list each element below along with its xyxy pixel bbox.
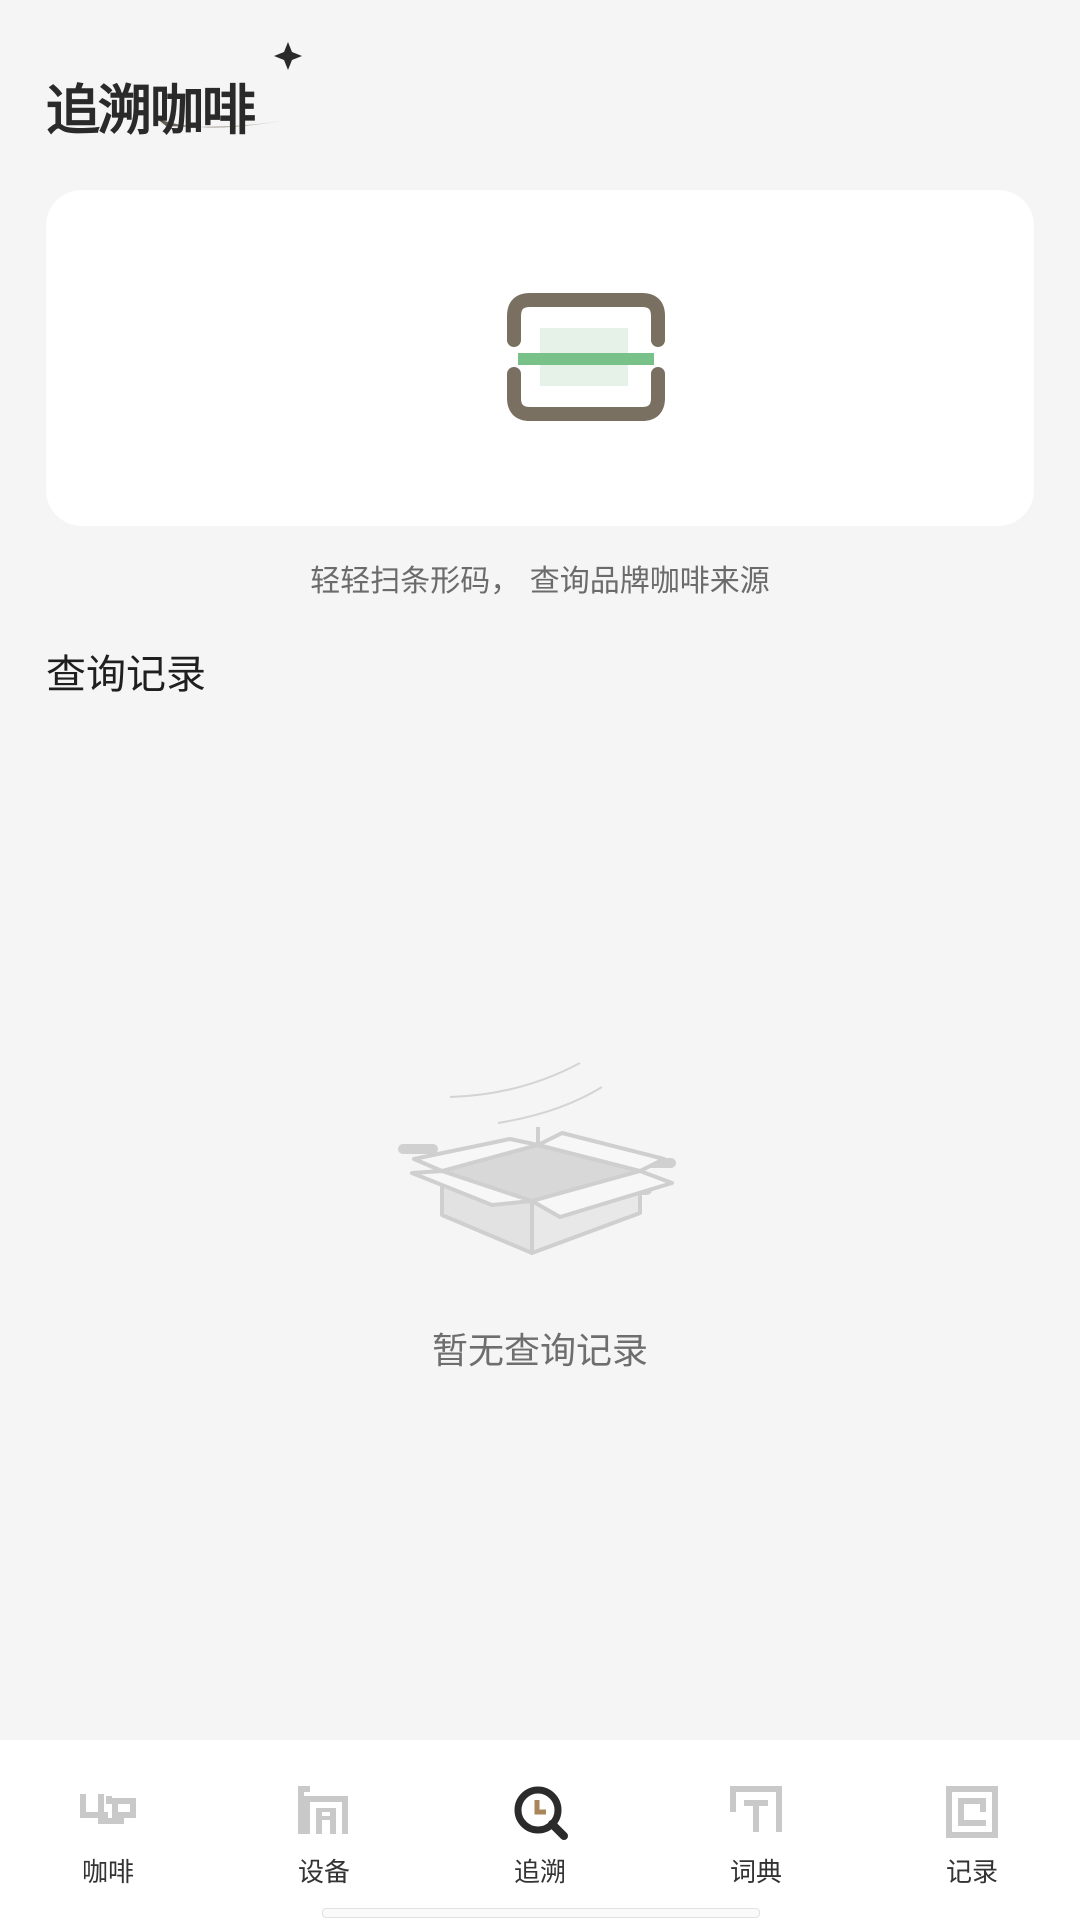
tab-device[interactable]: 设备 <box>216 1740 432 1900</box>
tab-label: 词典 <box>729 1858 782 1888</box>
empty-history-text: 暂无查询记录 <box>431 1331 648 1372</box>
logo-text: 追溯咖啡 <box>46 79 256 142</box>
history-section-title: 查询记录 <box>46 652 206 698</box>
dictionary-icon <box>730 1786 782 1832</box>
tab-label: 记录 <box>945 1858 998 1888</box>
app-logo: 追溯咖啡 <box>46 38 316 148</box>
scan-hint-text: 轻轻扫条形码， 查询品牌咖啡来源 <box>310 564 770 599</box>
bottom-tab-bar: 咖啡 设备 追溯 词典 记录 <box>0 1740 1080 1920</box>
scan-barcode-card[interactable] <box>46 190 1034 526</box>
record-icon <box>946 1786 998 1838</box>
tab-record[interactable]: 记录 <box>864 1740 1080 1900</box>
tab-label: 咖啡 <box>81 1858 134 1888</box>
tab-coffee[interactable]: 咖啡 <box>0 1740 216 1900</box>
home-indicator[interactable] <box>322 1908 760 1918</box>
tab-label: 追溯 <box>513 1858 566 1888</box>
trace-search-icon <box>514 1786 568 1840</box>
empty-box-icon <box>398 1062 676 1255</box>
tab-trace[interactable]: 追溯 <box>432 1740 648 1900</box>
coffee-cup-icon <box>80 1794 136 1824</box>
tab-dictionary[interactable]: 词典 <box>648 1740 864 1900</box>
barcode-scan-icon <box>507 293 665 421</box>
device-icon <box>298 1786 348 1834</box>
tab-label: 设备 <box>297 1858 350 1888</box>
